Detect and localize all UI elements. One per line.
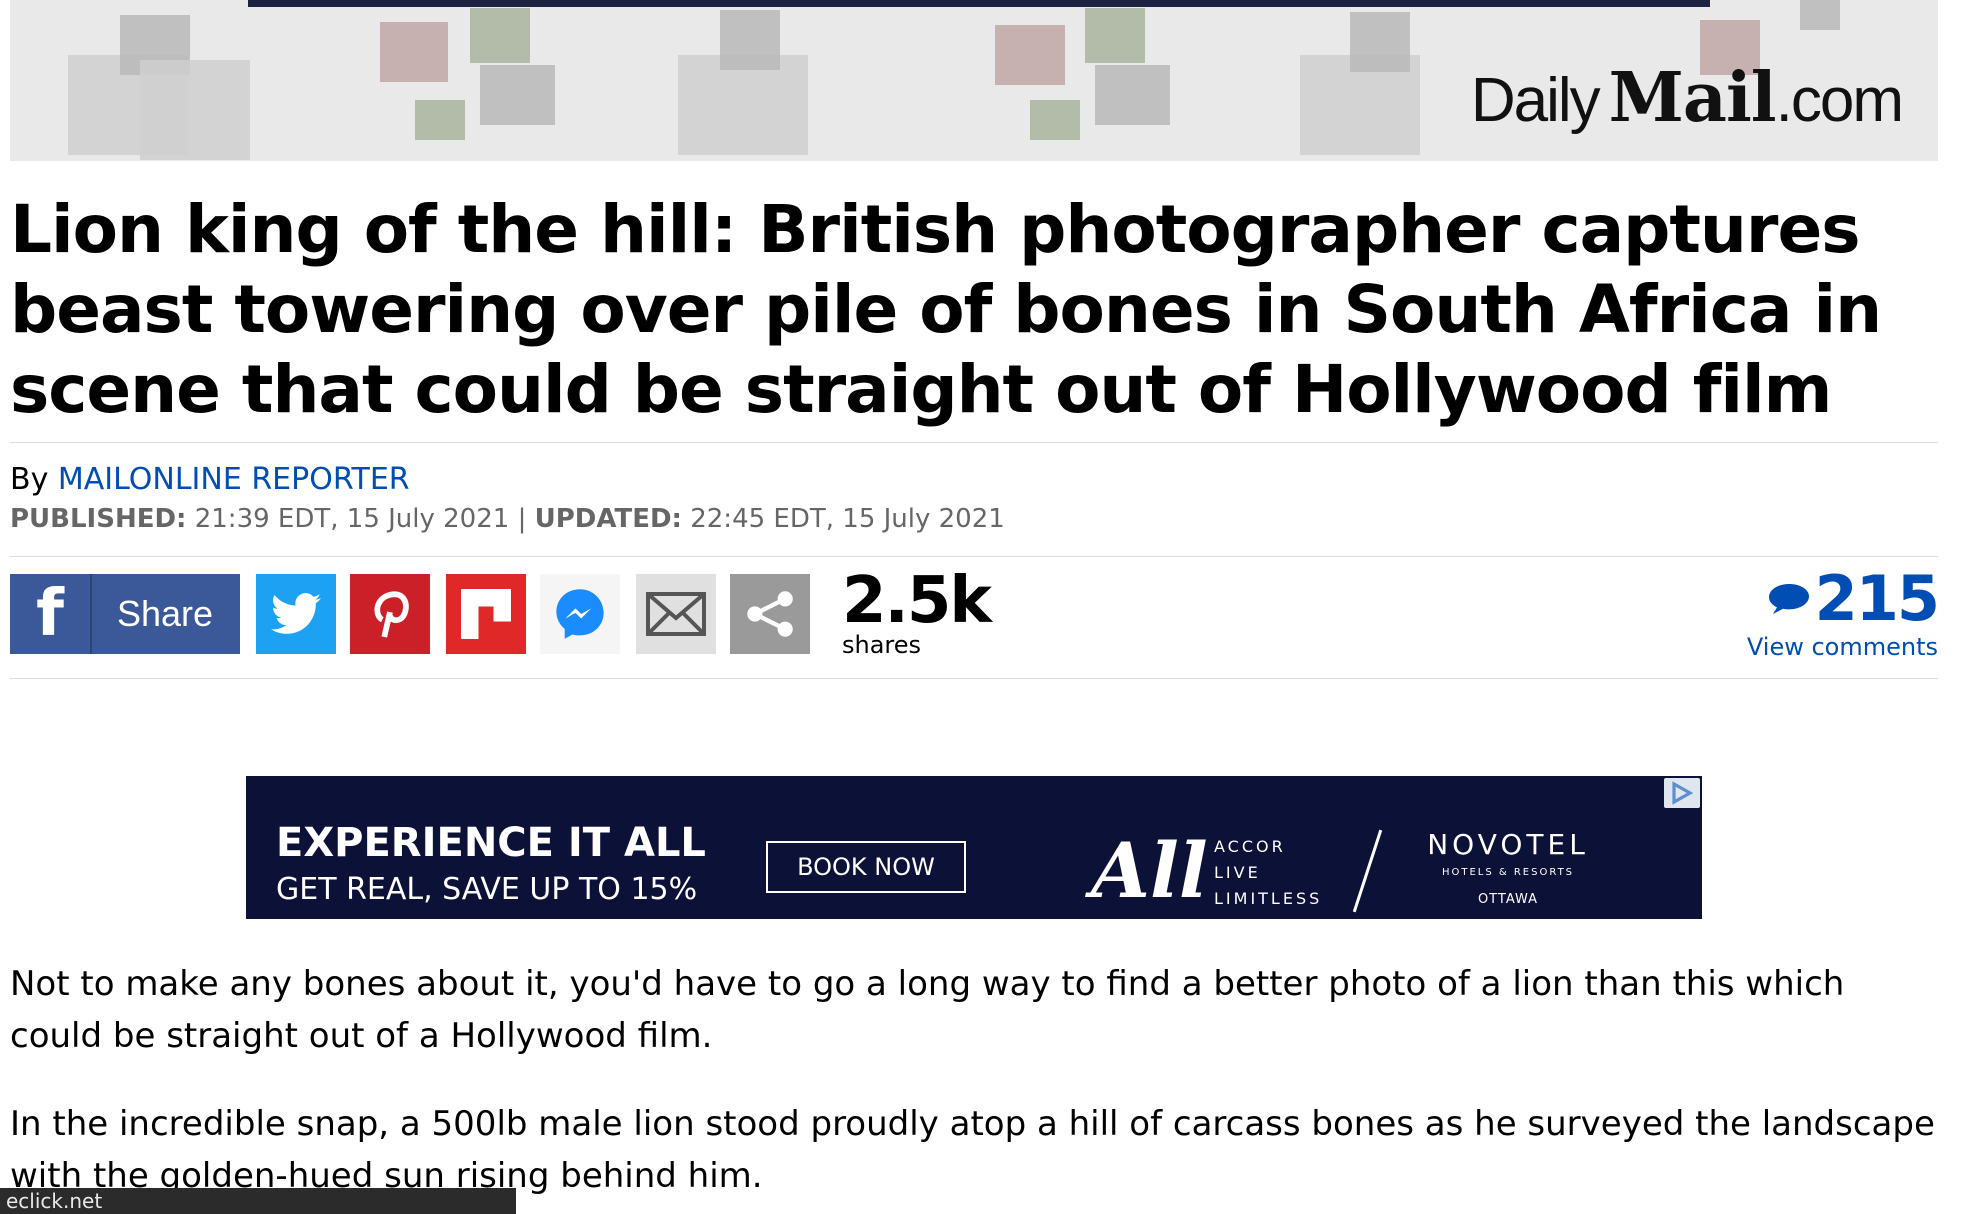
ad-headline: EXPERIENCE IT ALL <box>276 820 706 866</box>
email-share-button[interactable] <box>636 574 716 654</box>
all-logo: All <box>1091 826 1208 915</box>
article-paragraph: In the incredible snap, a 500lb male lio… <box>10 1104 1935 1196</box>
flipboard-share-button[interactable] <box>446 574 526 654</box>
published-label: PUBLISHED: <box>10 504 187 534</box>
advertisement-banner[interactable]: EXPERIENCE IT ALL GET REAL, SAVE UP TO 1… <box>246 776 1702 919</box>
logo-dotcom-text: .com <box>1775 66 1904 135</box>
collage-tile <box>415 100 465 140</box>
flipboard-icon <box>461 589 511 639</box>
collage-tile <box>480 65 555 125</box>
collage-tile <box>1350 12 1410 72</box>
adchoices-icon[interactable] <box>1664 778 1700 808</box>
facebook-share-button[interactable]: f Share <box>10 574 240 654</box>
byline-prefix: By <box>10 462 49 497</box>
twitter-share-button[interactable] <box>256 574 336 654</box>
book-now-button[interactable]: BOOK NOW <box>766 841 966 893</box>
byline: By MAILONLINE REPORTER <box>10 462 410 497</box>
collage-tile <box>1085 8 1145 63</box>
article-headline: Lion king of the hill: British photograp… <box>10 191 1882 428</box>
ad-divider-slash <box>1352 829 1383 913</box>
twitter-icon <box>271 593 321 634</box>
facebook-share-label: Share <box>116 593 214 634</box>
novotel-logo: NOVOTEL HOTELS & RESORTS OTTAWA <box>1418 828 1598 907</box>
accor-live-limitless: ACCOR LIVE LIMITLESS <box>1214 834 1322 912</box>
share-count: 2.5k shares <box>842 564 992 658</box>
divider <box>10 556 1938 557</box>
updated-value: 22:45 EDT, 15 July 2021 <box>690 504 1005 534</box>
dailymail-logo[interactable]: Daily Mail .com <box>1470 58 1904 138</box>
messenger-icon <box>556 589 604 639</box>
ad-subline: GET REAL, SAVE UP TO 15% <box>276 872 698 907</box>
facebook-icon: f <box>10 574 92 654</box>
collage-tile <box>470 8 530 63</box>
updated-label: UPDATED: <box>534 504 682 534</box>
novotel-subtitle: HOTELS & RESORTS <box>1441 867 1575 878</box>
divider <box>10 678 1938 679</box>
collage-tile <box>1095 65 1170 125</box>
browser-status-bar: eclick.net <box>0 1188 516 1214</box>
share-count-number: 2.5k <box>842 564 992 638</box>
novotel-brand: NOVOTEL <box>1427 828 1589 861</box>
divider <box>10 442 1938 443</box>
messenger-share-button[interactable] <box>540 574 620 654</box>
published-value: 21:39 EDT, 15 July 2021 <box>194 504 510 534</box>
email-icon <box>646 592 706 636</box>
view-comments-label: View comments <box>1746 633 1938 661</box>
accor-line: LIVE <box>1214 863 1261 882</box>
article-paragraph: Not to make any bones about it, you'd ha… <box>10 964 1845 1056</box>
accor-line: ACCOR <box>1214 837 1286 856</box>
collage-tile <box>678 55 808 155</box>
logo-mail-text: Mail <box>1608 58 1777 138</box>
date-separator: | <box>517 504 527 534</box>
collage-tile <box>995 25 1065 85</box>
comments-link[interactable]: 215 View comments <box>1746 562 1940 661</box>
share-icon <box>747 591 793 637</box>
author-link[interactable]: MAILONLINE REPORTER <box>58 462 410 497</box>
logo-daily-text: Daily <box>1470 66 1601 135</box>
masthead-banner: Daily Mail .com <box>10 0 1938 161</box>
comment-bubble-icon <box>1768 584 1809 614</box>
collage-tile <box>1800 0 1840 30</box>
pinterest-share-button[interactable] <box>350 574 430 654</box>
collage-tile <box>380 22 448 82</box>
comment-count-number: 215 <box>1814 562 1940 635</box>
collage-tile <box>140 60 250 160</box>
collage-tile <box>1030 100 1080 140</box>
more-share-button[interactable] <box>730 574 810 654</box>
comment-count: 215 <box>1747 562 1940 635</box>
pinterest-icon <box>374 591 409 638</box>
novotel-city: OTTAWA <box>1477 892 1539 907</box>
article-dates: PUBLISHED: 21:39 EDT, 15 July 2021 | UPD… <box>10 504 1005 534</box>
collage-tile <box>720 10 780 70</box>
accor-line: LIMITLESS <box>1214 889 1323 908</box>
masthead-top-strip <box>248 0 1710 7</box>
